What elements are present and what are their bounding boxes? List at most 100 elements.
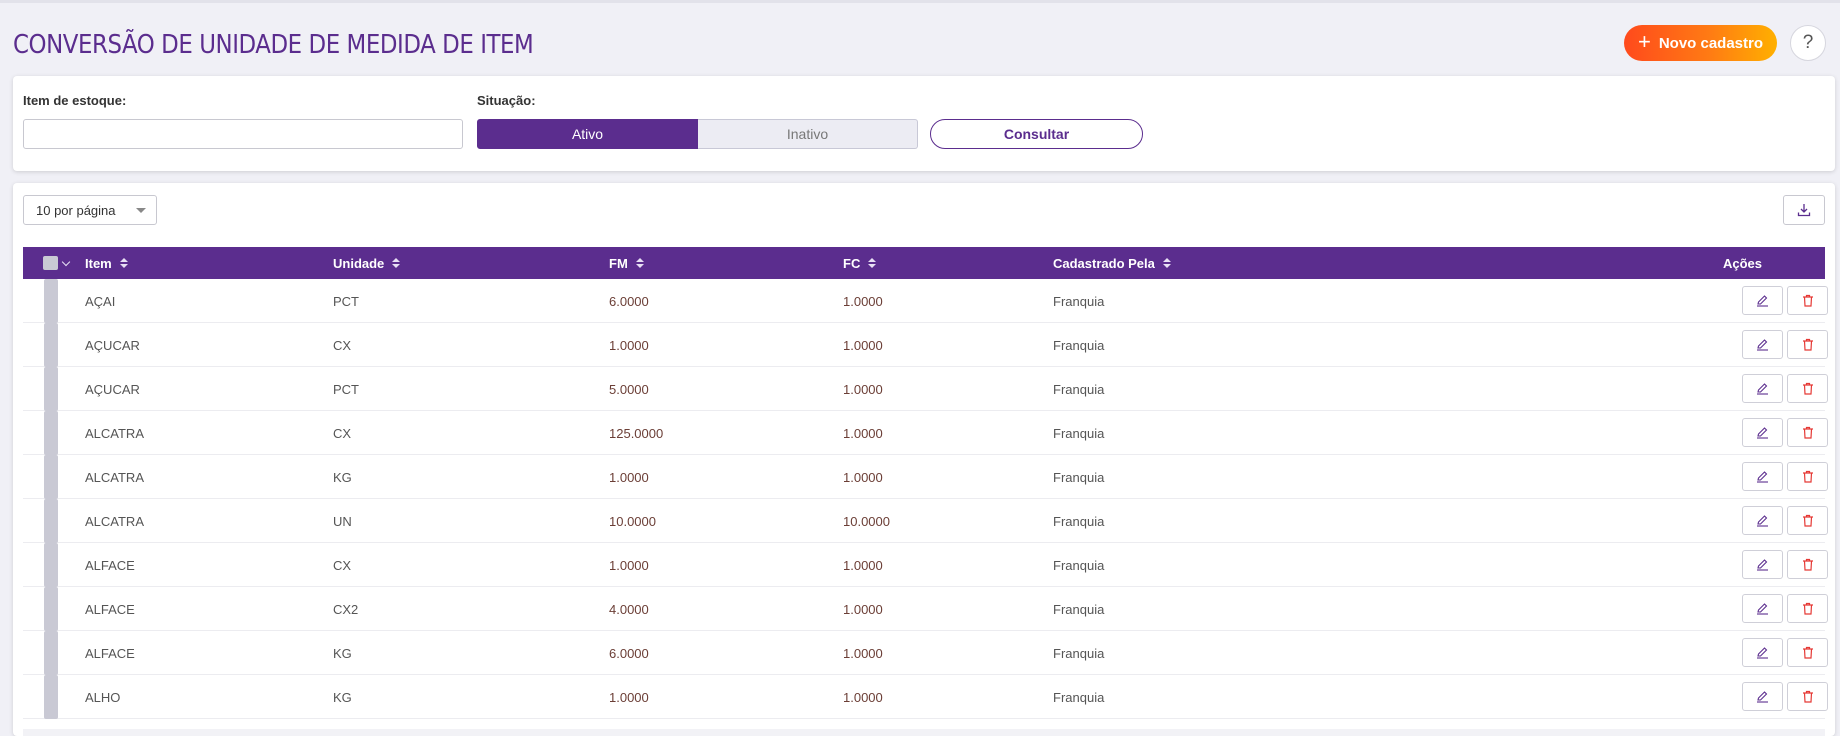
row-checkbox[interactable] xyxy=(44,543,58,587)
edit-button[interactable] xyxy=(1742,374,1783,403)
edit-button[interactable] xyxy=(1742,638,1783,667)
page-title: CONVERSÃO DE UNIDADE DE MEDIDA DE ITEM xyxy=(13,30,534,60)
cell-fc: 1.0000 xyxy=(843,469,883,485)
edit-button[interactable] xyxy=(1742,330,1783,359)
column-header-registered-by[interactable]: Cadastrado Pela xyxy=(1053,247,1171,279)
edit-button[interactable] xyxy=(1742,594,1783,623)
per-page-select[interactable]: 10 por página xyxy=(23,195,157,225)
cell-unit: CX2 xyxy=(333,601,359,617)
table-row: ALCATRA UN 10.0000 10.0000 Franquia xyxy=(23,499,1828,543)
table-row: ALFACE CX2 4.0000 1.0000 Franquia xyxy=(23,587,1828,631)
cell-fm: 1.0000 xyxy=(609,557,649,573)
delete-button[interactable] xyxy=(1787,374,1828,403)
cell-item: AÇAI xyxy=(85,293,116,309)
help-button[interactable]: ? xyxy=(1790,25,1826,61)
cell-item: ALFACE xyxy=(85,601,135,617)
edit-button[interactable] xyxy=(1742,418,1783,447)
row-checkbox[interactable] xyxy=(44,411,58,455)
cell-item: AÇUCAR xyxy=(85,337,140,353)
cell-fm: 125.0000 xyxy=(609,425,664,441)
top-border xyxy=(0,0,1840,3)
trash-icon xyxy=(1802,426,1813,439)
trash-icon xyxy=(1802,558,1813,571)
cell-unit: UN xyxy=(333,513,352,529)
cell-unit: KG xyxy=(333,689,352,705)
trash-icon xyxy=(1802,294,1813,307)
column-header-unit[interactable]: Unidade xyxy=(333,247,401,279)
row-checkbox[interactable] xyxy=(44,367,58,411)
download-icon xyxy=(1797,204,1811,217)
cell-item: ALCATRA xyxy=(85,513,144,529)
edit-button[interactable] xyxy=(1742,506,1783,535)
cell-item: ALHO xyxy=(85,689,121,705)
export-button[interactable] xyxy=(1783,195,1825,225)
cell-fm: 1.0000 xyxy=(609,689,649,705)
column-header-item[interactable]: Item xyxy=(85,247,128,279)
column-header-fm[interactable]: FM xyxy=(609,247,644,279)
cell-registered-by: Franquia xyxy=(1053,469,1105,485)
cell-fc: 10.0000 xyxy=(843,513,890,529)
cell-fm: 5.0000 xyxy=(609,381,649,397)
edit-button[interactable] xyxy=(1742,550,1783,579)
cell-item: ALFACE xyxy=(85,645,135,661)
row-checkbox[interactable] xyxy=(44,499,58,543)
cell-registered-by: Franquia xyxy=(1053,425,1105,441)
delete-button[interactable] xyxy=(1787,638,1828,667)
cell-fc: 1.0000 xyxy=(843,689,883,705)
row-checkbox[interactable] xyxy=(44,323,58,367)
trash-icon xyxy=(1802,602,1813,615)
item-filter-input[interactable] xyxy=(23,119,463,149)
cell-item: AÇUCAR xyxy=(85,381,140,397)
sort-icon xyxy=(635,258,644,268)
cell-registered-by: Franquia xyxy=(1053,513,1105,529)
select-options-chevron-icon[interactable] xyxy=(61,257,71,267)
search-button[interactable]: Consultar xyxy=(930,119,1143,149)
cell-registered-by: Franquia xyxy=(1053,381,1105,397)
select-all-checkbox[interactable] xyxy=(43,256,58,270)
cell-registered-by: Franquia xyxy=(1053,337,1105,353)
cell-unit: CX xyxy=(333,425,352,441)
filter-panel: Item de estoque: Situação: Ativo Inativo… xyxy=(13,76,1835,171)
cell-fm: 4.0000 xyxy=(609,601,649,617)
cell-fm: 1.0000 xyxy=(609,469,649,485)
cell-item: ALFACE xyxy=(85,557,135,573)
cell-registered-by: Franquia xyxy=(1053,645,1105,661)
delete-button[interactable] xyxy=(1787,506,1828,535)
cell-unit: PCT xyxy=(333,381,359,397)
status-filter-label: Situação: xyxy=(477,93,536,108)
pencil-icon xyxy=(1757,471,1768,483)
cell-item: ALCATRA xyxy=(85,469,144,485)
delete-button[interactable] xyxy=(1787,682,1828,711)
table-footer xyxy=(23,729,1825,736)
edit-button[interactable] xyxy=(1742,286,1783,315)
row-checkbox[interactable] xyxy=(44,675,58,719)
sort-icon xyxy=(119,258,128,268)
item-filter-label: Item de estoque: xyxy=(23,93,127,108)
status-option-inactive[interactable]: Inativo xyxy=(698,119,918,149)
cell-item: ALCATRA xyxy=(85,425,144,441)
delete-button[interactable] xyxy=(1787,462,1828,491)
trash-icon xyxy=(1802,470,1813,483)
status-option-active[interactable]: Ativo xyxy=(477,119,698,149)
row-checkbox[interactable] xyxy=(44,587,58,631)
row-checkbox[interactable] xyxy=(44,631,58,675)
delete-button[interactable] xyxy=(1787,330,1828,359)
cell-unit: PCT xyxy=(333,293,359,309)
trash-icon xyxy=(1802,690,1813,703)
delete-button[interactable] xyxy=(1787,418,1828,447)
edit-button[interactable] xyxy=(1742,682,1783,711)
column-header-fc[interactable]: FC xyxy=(843,247,877,279)
cell-registered-by: Franquia xyxy=(1053,293,1105,309)
table-row: AÇAI PCT 6.0000 1.0000 Franquia xyxy=(23,279,1828,323)
cell-registered-by: Franquia xyxy=(1053,557,1105,573)
delete-button[interactable] xyxy=(1787,286,1828,315)
cell-unit: CX xyxy=(333,337,352,353)
new-record-button[interactable]: + Novo cadastro xyxy=(1624,25,1777,61)
delete-button[interactable] xyxy=(1787,594,1828,623)
edit-button[interactable] xyxy=(1742,462,1783,491)
cell-unit: KG xyxy=(333,645,352,661)
row-checkbox[interactable] xyxy=(44,279,58,323)
row-checkbox[interactable] xyxy=(44,455,58,499)
delete-button[interactable] xyxy=(1787,550,1828,579)
pencil-icon xyxy=(1757,295,1768,307)
